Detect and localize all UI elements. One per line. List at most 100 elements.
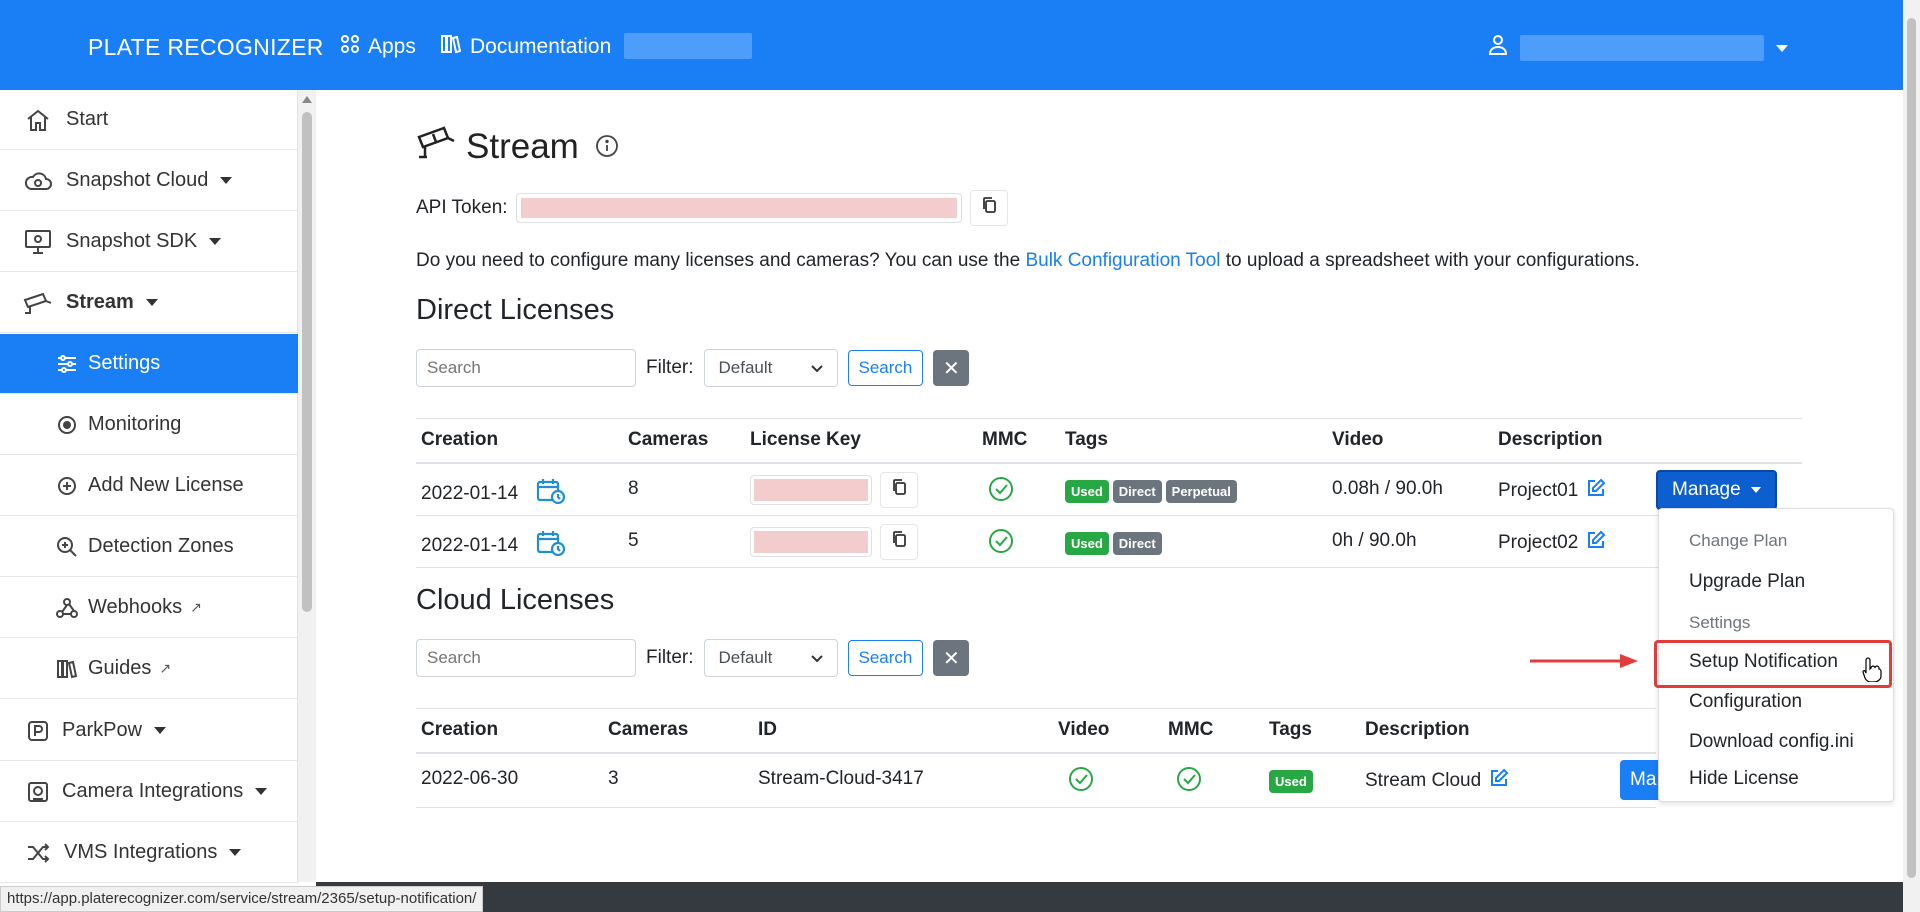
cloud-icon xyxy=(22,165,54,197)
tag-badge: Direct xyxy=(1112,480,1162,503)
edit-icon[interactable] xyxy=(1586,478,1606,504)
grid-icon xyxy=(340,34,360,60)
copy-key-button[interactable] xyxy=(880,524,918,560)
red-arrow-annotation xyxy=(1530,652,1640,676)
sidebar-item-label: Detection Zones xyxy=(88,535,234,557)
external-link-icon: ↗ xyxy=(190,599,202,615)
sidebar-item-guides[interactable]: Guides ↗ xyxy=(0,639,298,699)
cloud-licenses-heading: Cloud Licenses xyxy=(416,584,615,616)
chevron-down-icon xyxy=(255,788,268,795)
page-title-text: Stream xyxy=(466,126,579,166)
tag-badge: Perpetual xyxy=(1165,480,1237,503)
copy-icon xyxy=(891,530,907,554)
edit-icon[interactable] xyxy=(1586,530,1606,556)
tag-badge: Used xyxy=(1269,770,1313,793)
chevron-down-icon xyxy=(209,238,222,245)
dropdown-header-plan: Change Plan xyxy=(1689,531,1788,550)
chevron-down-icon xyxy=(810,648,823,668)
menu-item-hide-license[interactable]: Hide License xyxy=(1689,768,1799,790)
monitor-icon xyxy=(22,226,54,258)
nav-apps[interactable]: Apps xyxy=(340,34,416,60)
sidebar-item-vms-integrations[interactable]: VMS Integrations xyxy=(0,823,298,883)
external-link-icon: ↗ xyxy=(159,660,172,676)
sidebar-scrollbar[interactable] xyxy=(298,90,316,882)
tag-badge: Used xyxy=(1065,532,1109,555)
tag-badge: Direct xyxy=(1112,532,1162,555)
check-circle-icon xyxy=(1176,766,1202,792)
manage-button[interactable]: Ma xyxy=(1620,760,1660,800)
direct-licenses-heading: Direct Licenses xyxy=(416,294,615,326)
chevron-down-icon xyxy=(229,849,242,856)
sidebar-item-stream[interactable]: Stream xyxy=(0,273,298,333)
sidebar-item-label: Camera Integrations xyxy=(62,780,244,802)
nav-docs-label: Documentation xyxy=(470,35,612,58)
info-icon[interactable] xyxy=(595,127,619,167)
cloud-filter-select[interactable]: Default xyxy=(703,639,838,677)
books-icon xyxy=(440,34,462,60)
cloud-search-input[interactable] xyxy=(416,639,636,677)
parking-icon xyxy=(22,715,54,747)
cloud-search-button[interactable]: Search xyxy=(847,640,924,676)
chevron-down-icon xyxy=(1776,44,1788,52)
sidebar-item-snapshot-cloud[interactable]: Snapshot Cloud xyxy=(0,151,298,211)
nav-documentation[interactable]: Documentation xyxy=(440,34,611,60)
manage-button[interactable]: Manage xyxy=(1656,470,1777,510)
menu-item-upgrade-plan[interactable]: Upgrade Plan xyxy=(1689,571,1805,593)
bulk-config-description: Do you need to configure many licenses a… xyxy=(416,250,1640,271)
brand-logo[interactable]: PLATE RECOGNIZER xyxy=(88,34,324,61)
sidebar-item-label: Monitoring xyxy=(88,413,182,435)
close-icon: ✕ xyxy=(942,357,960,380)
copy-icon xyxy=(981,196,997,220)
direct-search-input[interactable] xyxy=(416,349,636,387)
cloud-clear-button[interactable]: ✕ xyxy=(933,640,970,676)
sidebar-item-snapshot-sdk[interactable]: Snapshot SDK xyxy=(0,212,298,272)
menu-item-configuration[interactable]: Configuration xyxy=(1689,691,1802,713)
calendar-clock-icon[interactable] xyxy=(536,530,566,562)
copy-key-button[interactable] xyxy=(880,472,918,508)
direct-search-button[interactable]: Search xyxy=(847,350,924,386)
check-circle-icon xyxy=(988,476,1014,502)
api-token-field[interactable] xyxy=(515,193,962,223)
page-scrollbar[interactable] xyxy=(1903,0,1920,912)
sidebar-item-webhooks[interactable]: Webhooks ↗ xyxy=(0,578,298,638)
calendar-clock-icon[interactable] xyxy=(536,478,566,510)
cloud-licenses-table: Creation Cameras ID Video MMC Tags Descr… xyxy=(416,708,1660,808)
sidebar-item-start[interactable]: Start xyxy=(0,90,298,150)
cloud-filter-row: Filter: Default Search ✕ xyxy=(416,639,970,677)
zoom-icon xyxy=(54,531,80,563)
home-icon xyxy=(22,104,54,136)
sidebar-item-add-new-license[interactable]: Add New License xyxy=(0,456,298,516)
chevron-down-icon xyxy=(1750,487,1761,493)
copy-token-button[interactable] xyxy=(969,190,1008,226)
filter-label: Filter: xyxy=(646,647,694,668)
api-token-row: API Token: xyxy=(416,190,1008,226)
shuffle-icon xyxy=(22,837,54,869)
edit-icon[interactable] xyxy=(1489,768,1509,794)
plus-circle-icon xyxy=(54,470,80,502)
nav-apps-label: Apps xyxy=(368,35,416,58)
sidebar-item-settings[interactable]: Settings xyxy=(0,334,298,394)
close-icon: ✕ xyxy=(942,647,960,670)
redacted-username xyxy=(1520,35,1764,61)
direct-clear-button[interactable]: ✕ xyxy=(933,350,970,386)
api-token-label: API Token: xyxy=(416,197,508,218)
sidebar-item-label: VMS Integrations xyxy=(64,841,218,863)
sidebar-item-parkpow[interactable]: ParkPow xyxy=(0,701,298,761)
sidebar-item-detection-zones[interactable]: Detection Zones xyxy=(0,517,298,577)
user-menu[interactable] xyxy=(1488,34,1788,62)
sidebar-item-camera-integrations[interactable]: Camera Integrations xyxy=(0,762,298,822)
sidebar-item-label: Stream xyxy=(66,291,134,313)
footer-bar xyxy=(316,882,1903,912)
sidebar-item-label: Add New License xyxy=(88,474,244,496)
redacted-nav-item xyxy=(624,33,752,59)
direct-filter-select[interactable]: Default xyxy=(703,349,838,387)
license-key-field[interactable] xyxy=(750,475,872,505)
menu-item-download-config[interactable]: Download config.ini xyxy=(1689,731,1854,753)
table-row: 2022-01-14 5 Used Direct 0h / 90.0h Proj… xyxy=(416,516,1802,568)
camera-icon xyxy=(22,287,54,319)
page-title: Stream xyxy=(416,124,619,169)
webhook-icon xyxy=(54,592,80,624)
sidebar-item-monitoring[interactable]: Monitoring xyxy=(0,395,298,455)
license-key-field[interactable] xyxy=(750,527,872,557)
bulk-config-link[interactable]: Bulk Configuration Tool xyxy=(1025,250,1220,271)
